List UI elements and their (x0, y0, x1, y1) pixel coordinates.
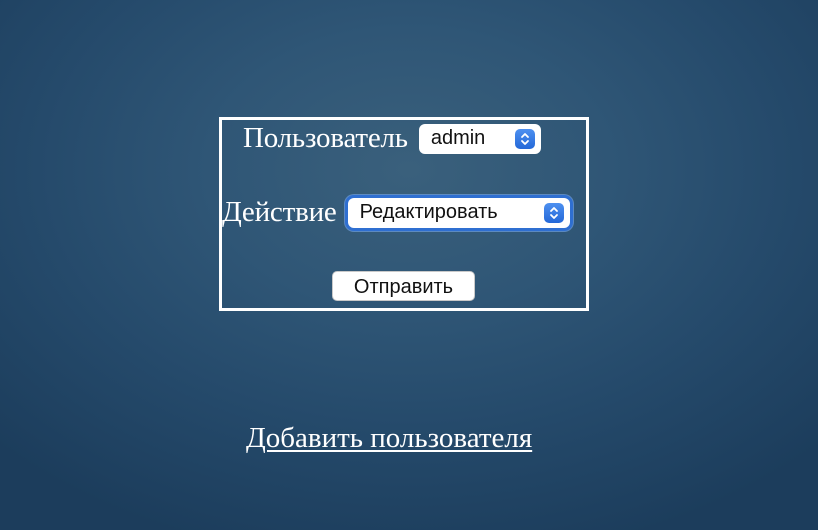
page: { "form": { "user_label": "Пользователь"… (0, 0, 818, 530)
add-user-link[interactable]: Добавить пользователя (246, 422, 532, 455)
user-action-form: Пользователь admin Действие Редактироват… (219, 117, 589, 311)
user-select-value: admin (430, 127, 486, 149)
action-label: Действие (222, 196, 337, 228)
action-select-value: Редактировать (359, 201, 498, 223)
user-label: Пользователь (243, 122, 408, 154)
up-down-chevron-icon (543, 202, 564, 223)
submit-button[interactable]: Отправить (332, 271, 475, 301)
user-row: Пользователь admin (243, 122, 541, 155)
user-select[interactable]: admin (418, 123, 541, 154)
action-row: Действие Редактировать (222, 196, 570, 229)
up-down-chevron-icon (514, 128, 535, 149)
action-select[interactable]: Редактировать (347, 197, 570, 228)
